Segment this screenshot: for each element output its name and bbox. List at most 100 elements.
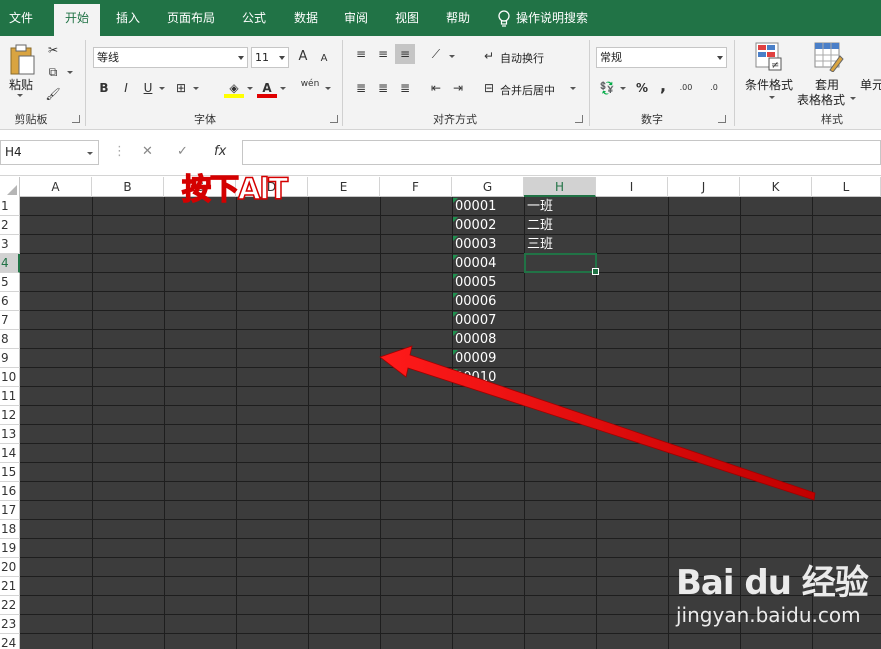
align-right-icon[interactable]: ≣: [395, 78, 415, 98]
font-size-select[interactable]: 11: [251, 47, 289, 68]
active-cell-selection[interactable]: [524, 253, 599, 275]
row-header[interactable]: 12: [0, 406, 20, 425]
tab-formulas[interactable]: 公式: [233, 0, 275, 36]
wrap-text-button[interactable]: 自动换行: [500, 50, 544, 66]
row-header[interactable]: 9: [0, 349, 20, 368]
row-header[interactable]: 20: [0, 558, 20, 577]
column-header-k[interactable]: K: [740, 177, 812, 197]
cell-g10[interactable]: 00010: [452, 368, 524, 387]
row-header[interactable]: 19: [0, 539, 20, 558]
row-header[interactable]: 24: [0, 634, 20, 649]
decrease-indent-icon[interactable]: ⇤: [426, 78, 446, 98]
percent-button[interactable]: %: [632, 78, 652, 98]
font-name-select[interactable]: 等线: [93, 47, 248, 68]
cancel-icon[interactable]: ✕: [142, 144, 153, 159]
font-color-dropdown-icon[interactable]: [280, 87, 286, 90]
orientation-dropdown-icon[interactable]: [449, 55, 455, 58]
cell-g1[interactable]: 00001: [452, 197, 524, 216]
cell-g7[interactable]: 00007: [452, 311, 524, 330]
row-header[interactable]: 18: [0, 520, 20, 539]
currency-icon[interactable]: 💱: [597, 78, 617, 98]
decrease-decimal-button[interactable]: .0: [704, 78, 724, 98]
column-header-f[interactable]: F: [380, 177, 452, 197]
format-as-table-dropdown-icon[interactable]: [850, 97, 856, 100]
phonetic-button[interactable]: wén: [300, 78, 320, 98]
cell-g2[interactable]: 00002: [452, 216, 524, 235]
lightbulb-icon[interactable]: [497, 10, 511, 28]
font-launcher-icon[interactable]: [330, 115, 338, 123]
cell-h2[interactable]: 二班: [524, 216, 596, 235]
paste-icon[interactable]: [8, 42, 36, 76]
merge-center-icon[interactable]: ⊟: [479, 78, 499, 98]
number-format-select[interactable]: 常规: [596, 47, 727, 68]
tab-help[interactable]: 帮助: [437, 0, 479, 36]
underline-dropdown-icon[interactable]: [159, 87, 165, 90]
underline-button[interactable]: U: [138, 78, 158, 98]
row-header[interactable]: 13: [0, 425, 20, 444]
grow-font-button[interactable]: A: [293, 47, 313, 67]
cell-g9[interactable]: 00009: [452, 349, 524, 368]
row-header[interactable]: 10: [0, 368, 20, 387]
format-painter-icon[interactable]: 🖌: [43, 84, 63, 104]
cell-h3[interactable]: 三班: [524, 235, 596, 254]
formula-input[interactable]: [242, 140, 881, 165]
row-header[interactable]: 16: [0, 482, 20, 501]
column-header-i[interactable]: I: [596, 177, 668, 197]
italic-button[interactable]: I: [116, 78, 136, 98]
alignment-launcher-icon[interactable]: [575, 115, 583, 123]
row-header[interactable]: 7: [0, 311, 20, 330]
format-as-table-icon[interactable]: [814, 42, 844, 72]
align-left-icon[interactable]: ≣: [351, 78, 371, 98]
merge-dropdown-icon[interactable]: [570, 87, 576, 90]
copy-dropdown-icon[interactable]: [67, 71, 73, 74]
row-header[interactable]: 17: [0, 501, 20, 520]
cell-g5[interactable]: 00005: [452, 273, 524, 292]
tab-page-layout[interactable]: 页面布局: [158, 0, 224, 36]
align-bottom-icon[interactable]: ≡: [395, 44, 415, 64]
border-dropdown-icon[interactable]: [193, 87, 199, 90]
row-header[interactable]: 1: [0, 197, 20, 216]
row-header[interactable]: 8: [0, 330, 20, 349]
conditional-format-button[interactable]: 条件格式: [745, 76, 793, 93]
shrink-font-button[interactable]: A: [314, 49, 334, 69]
row-header[interactable]: 5: [0, 273, 20, 292]
column-header-l[interactable]: L: [812, 177, 881, 197]
border-icon[interactable]: ⊞: [171, 78, 191, 98]
cell-g4[interactable]: 00004: [452, 254, 524, 273]
align-center-icon[interactable]: ≣: [373, 78, 393, 98]
column-header-b[interactable]: B: [92, 177, 164, 197]
row-header[interactable]: 3: [0, 235, 20, 254]
column-header-a[interactable]: A: [20, 177, 92, 197]
row-header[interactable]: 14: [0, 444, 20, 463]
clipboard-launcher-icon[interactable]: [72, 115, 80, 123]
number-launcher-icon[interactable]: [718, 115, 726, 123]
cell-styles-button[interactable]: 单元: [860, 76, 881, 93]
wrap-text-icon[interactable]: ↵: [479, 46, 499, 66]
tab-file[interactable]: 文件: [0, 0, 42, 36]
row-header[interactable]: 2: [0, 216, 20, 235]
align-top-icon[interactable]: ≡: [351, 44, 371, 64]
column-header-g[interactable]: G: [452, 177, 524, 197]
column-header-h[interactable]: H: [524, 177, 596, 197]
orientation-icon[interactable]: ⟋: [426, 44, 446, 64]
row-header[interactable]: 21: [0, 577, 20, 596]
insert-function-icon[interactable]: fx: [214, 144, 226, 159]
increase-decimal-button[interactable]: .00: [676, 78, 696, 98]
row-header[interactable]: 15: [0, 463, 20, 482]
align-middle-icon[interactable]: ≡: [373, 44, 393, 64]
currency-dropdown-icon[interactable]: [620, 87, 626, 90]
row-header[interactable]: 22: [0, 596, 20, 615]
cell-h1[interactable]: 一班: [524, 197, 596, 216]
paste-dropdown-icon[interactable]: [17, 94, 23, 97]
tab-insert[interactable]: 插入: [107, 0, 149, 36]
tab-data[interactable]: 数据: [285, 0, 327, 36]
copy-icon[interactable]: ⧉: [43, 62, 63, 82]
enter-icon[interactable]: ✓: [177, 144, 188, 159]
select-all-corner[interactable]: [0, 177, 20, 197]
format-as-table-line2[interactable]: 表格格式: [797, 91, 845, 108]
tab-home[interactable]: 开始: [54, 4, 100, 36]
column-header-e[interactable]: E: [308, 177, 380, 197]
fill-color-dropdown-icon[interactable]: [247, 87, 253, 90]
name-box[interactable]: H4: [0, 140, 99, 165]
tab-view[interactable]: 视图: [386, 0, 428, 36]
